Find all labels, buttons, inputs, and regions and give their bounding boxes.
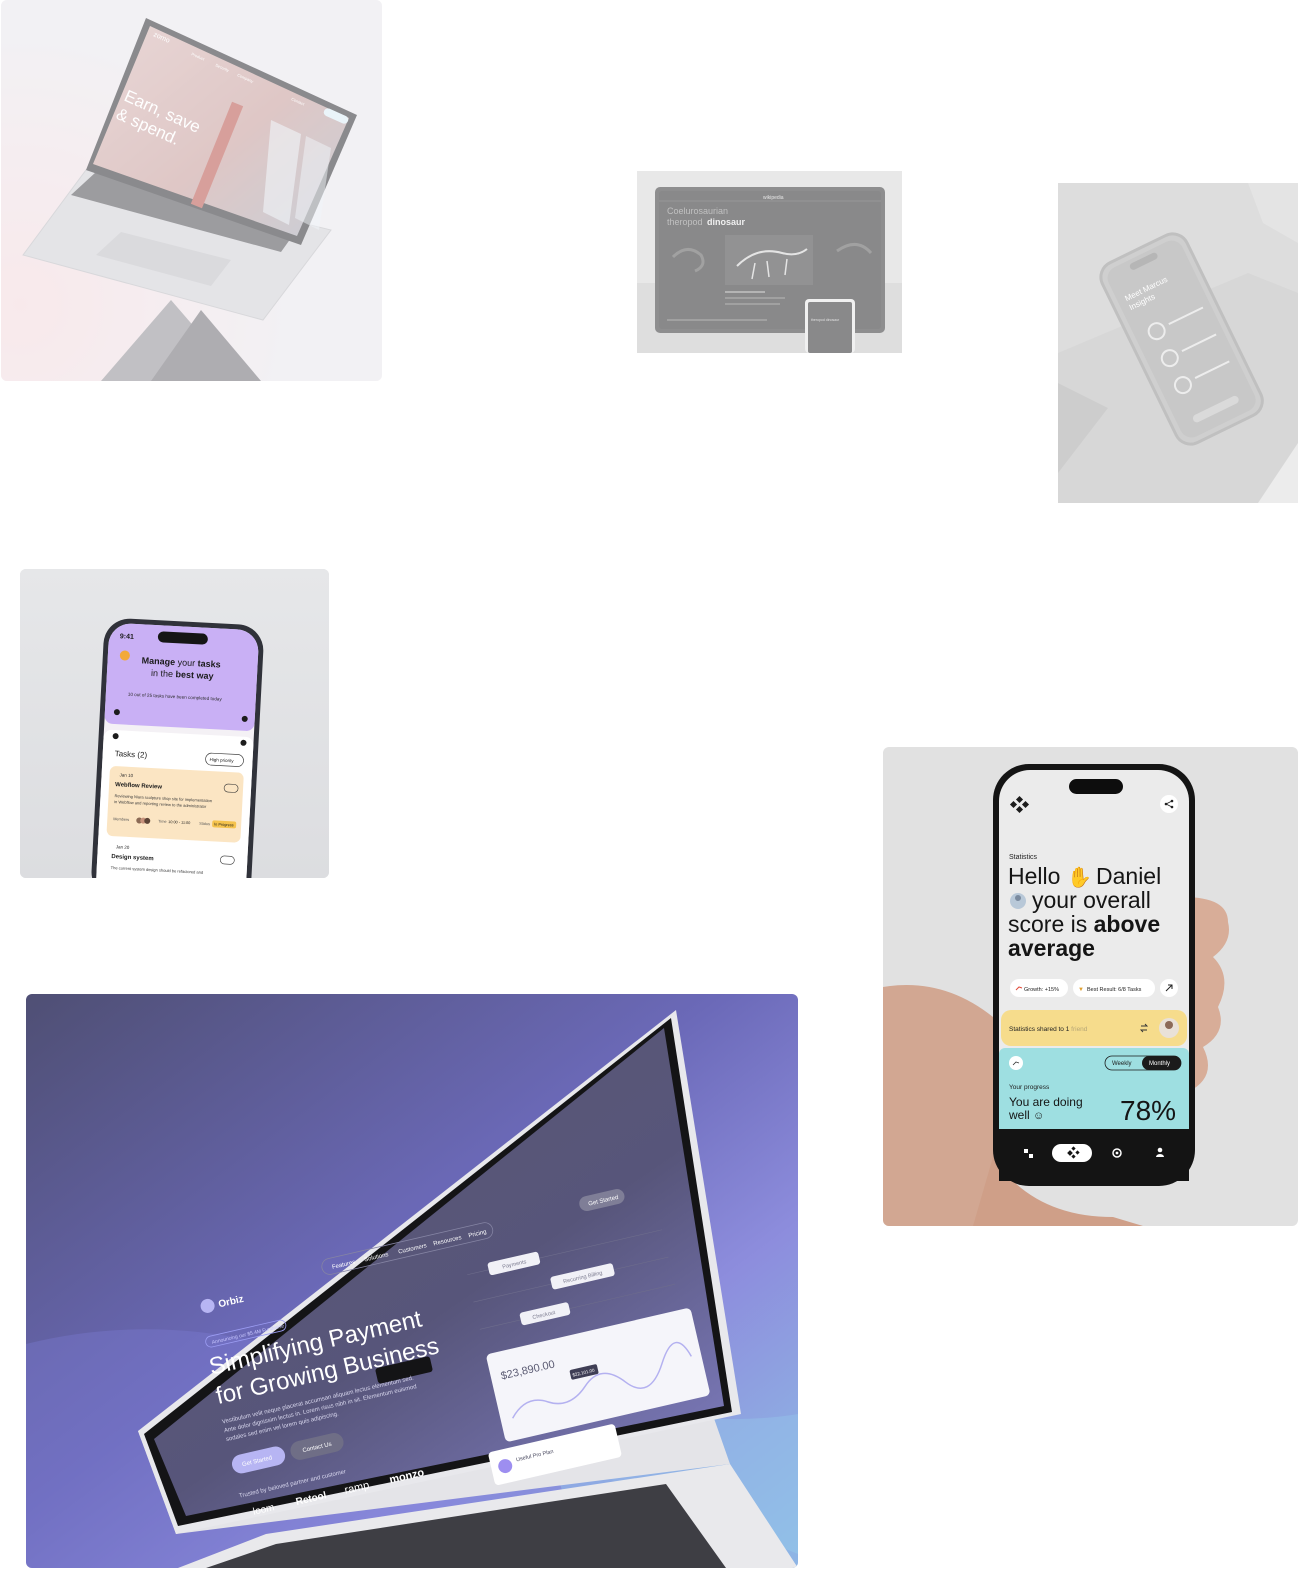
dinosaur-image xyxy=(725,235,813,285)
progress-label: Your progress xyxy=(1009,1084,1050,1091)
greeting-line3a: score is xyxy=(1008,911,1087,937)
svg-text:score is above: score is above xyxy=(1008,911,1160,937)
task1-date: Jan 10 xyxy=(119,772,133,778)
progress-line2: well xyxy=(1008,1108,1030,1122)
task2-date: Jan 20 xyxy=(116,844,130,850)
tasks-phone-card: 9:41 Manage your tasks in the best way 1… xyxy=(20,569,329,878)
wikipedia-brand: wikipedia xyxy=(763,195,784,201)
greeting-name: Daniel xyxy=(1096,863,1161,889)
phone-marcus-card: Meet Marcus Insights xyxy=(1058,183,1298,503)
phone-marcus-illustration: Meet Marcus Insights xyxy=(1058,183,1298,503)
wiki-title-word2: dinosaur xyxy=(707,217,746,227)
tasks-phone-illustration: 9:41 Manage your tasks in the best way 1… xyxy=(20,569,329,878)
wave-emoji-icon: ✋ xyxy=(1067,865,1092,889)
greeting-line2: your overall xyxy=(1032,887,1151,913)
headline-your: your xyxy=(177,657,195,668)
smile-emoji-icon: ☺ xyxy=(1033,1110,1044,1122)
growth-chip-label: Growth: +15% xyxy=(1024,987,1059,993)
status-time: 9:41 xyxy=(120,633,134,641)
headline-best-way: best way xyxy=(175,669,214,681)
progress-trend-icon xyxy=(1009,1056,1023,1070)
laptop-zomo-illustration: zomo Product Security Company Contact Ea… xyxy=(1,0,382,381)
tablet-wikipedia-illustration: wikipedia Coelurosaurian theropod dinosa… xyxy=(637,171,902,353)
headline-in-the: in the xyxy=(151,668,174,679)
statistics-section-label: Statistics xyxy=(1009,854,1038,861)
greeting-line4: average xyxy=(1008,935,1095,961)
progress-line1: You are doing xyxy=(1009,1095,1083,1109)
headline-manage: Manage xyxy=(141,655,175,667)
task1-members-label: Members xyxy=(113,817,129,822)
hand xyxy=(883,985,1001,1226)
wiki-title-word1: theropod xyxy=(667,217,703,227)
wiki-mini-title: theropod dinosaur xyxy=(811,318,840,322)
wiki-title-line1: Coelurosaurian xyxy=(667,206,728,216)
progress-percent: 78% xyxy=(1120,1095,1176,1126)
laptop-zomo-card: zomo Product Security Company Contact Ea… xyxy=(1,0,382,381)
orbiz-laptop-illustration: Orbiz Features Solutions Customers Resou… xyxy=(26,994,798,1568)
svg-text:Statistics shared to 1 friend: Statistics shared to 1 friend xyxy=(1009,1026,1088,1033)
orbiz-laptop-card: Orbiz Features Solutions Customers Resou… xyxy=(26,994,798,1568)
share-button[interactable] xyxy=(1160,795,1178,813)
tablet-wikipedia-card: wikipedia Coelurosaurian theropod dinosa… xyxy=(637,171,902,353)
tab-monthly-label[interactable]: Monthly xyxy=(1149,1061,1170,1067)
shared-text: Statistics shared to 1 xyxy=(1009,1026,1070,1033)
statistics-phone-card: Statistics Hello ✋ Daniel your overall s… xyxy=(883,747,1298,1226)
trophy-icon: ▼ xyxy=(1078,987,1084,993)
greeting-hello: Hello xyxy=(1008,863,1060,889)
statistics-phone-illustration: Statistics Hello ✋ Daniel your overall s… xyxy=(883,764,1229,1226)
task1-status-label: Status xyxy=(199,822,210,827)
greeting-line3b: above xyxy=(1094,911,1160,937)
task1-time-label: Time xyxy=(158,819,166,823)
shared-friend: friend xyxy=(1071,1026,1088,1033)
tab-weekly-label[interactable]: Weekly xyxy=(1112,1061,1132,1067)
tasks-count-title: Tasks (2) xyxy=(114,749,147,760)
best-result-label: Best Result: 6/8 Tasks xyxy=(1087,987,1142,993)
headline-tasks: tasks xyxy=(197,658,221,669)
